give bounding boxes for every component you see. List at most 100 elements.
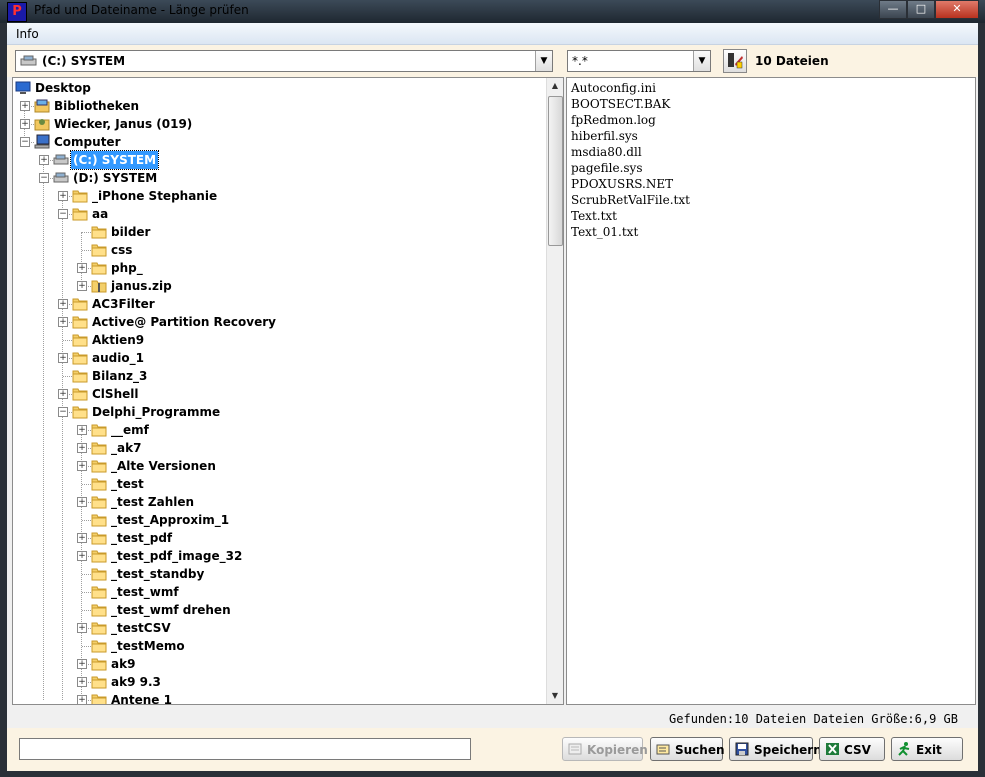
tree-item[interactable]: + (C:) SYSTEM xyxy=(13,150,543,170)
tree-item[interactable]: + Active@ Partition Recovery xyxy=(13,313,543,331)
tree-item[interactable]: + __emf xyxy=(13,421,543,439)
maximize-button[interactable]: □ xyxy=(907,0,935,19)
expand-icon[interactable]: + xyxy=(77,443,87,453)
collapse-icon[interactable]: − xyxy=(58,407,68,417)
tree-item[interactable]: + _test_pdf xyxy=(13,529,543,547)
copy-button[interactable]: Kopieren xyxy=(562,737,648,761)
file-list-item[interactable]: PDOXUSRS.NET xyxy=(571,177,673,191)
tree-item[interactable]: + _Alte Versionen xyxy=(13,457,543,475)
expand-icon[interactable]: + xyxy=(77,695,87,704)
tree-item[interactable]: − (D:) SYSTEM xyxy=(13,169,543,187)
tree-item[interactable]: _testMemo xyxy=(13,637,543,655)
tree-item[interactable]: _test xyxy=(13,475,543,493)
search-button-label: Suchen xyxy=(675,743,725,757)
tree-item[interactable]: + janus.zip xyxy=(13,277,543,295)
collapse-icon[interactable]: − xyxy=(39,173,49,183)
tree-item[interactable]: + _ak7 xyxy=(13,439,543,457)
tree-item[interactable]: + AC3Filter xyxy=(13,295,543,313)
expand-icon[interactable]: + xyxy=(58,317,68,327)
expand-icon[interactable]: + xyxy=(77,425,87,435)
expand-icon[interactable]: + xyxy=(58,299,68,309)
app-icon[interactable]: P xyxy=(7,2,27,22)
file-list-item[interactable]: Text_01.txt xyxy=(571,225,638,239)
drive-select-value: (C:) SYSTEM xyxy=(42,54,126,68)
save-button[interactable]: Speichern xyxy=(729,737,822,761)
tree-item[interactable]: Desktop xyxy=(13,79,543,97)
expand-icon[interactable]: + xyxy=(58,389,68,399)
expand-icon[interactable]: + xyxy=(39,155,49,165)
file-list-item[interactable]: BOOTSECT.BAK xyxy=(571,97,670,111)
tree-item[interactable]: + Antene 1 xyxy=(13,691,543,704)
tree-item[interactable]: Bilanz_3 xyxy=(13,367,543,385)
scroll-down-icon[interactable]: ▼ xyxy=(547,688,563,704)
exit-button[interactable]: Exit xyxy=(891,737,963,761)
tree-item[interactable]: + _test_pdf_image_32 xyxy=(13,547,543,565)
csv-button[interactable]: CSV xyxy=(819,737,885,761)
tree-item[interactable]: + _iPhone Stephanie xyxy=(13,187,543,205)
path-input[interactable] xyxy=(19,738,471,760)
tree-item[interactable]: + Wiecker, Janus (019) xyxy=(13,115,543,133)
file-list-item[interactable]: hiberfil.sys xyxy=(571,129,638,143)
expand-icon[interactable]: + xyxy=(77,497,87,507)
tree-item[interactable]: + Bibliotheken xyxy=(13,97,543,115)
file-list-item[interactable]: msdia80.dll xyxy=(571,145,642,159)
expand-icon[interactable]: + xyxy=(58,353,68,363)
expand-icon[interactable]: + xyxy=(77,533,87,543)
tree-item-label: Active@ Partition Recovery xyxy=(92,315,276,329)
expand-icon[interactable]: + xyxy=(77,461,87,471)
tree-item[interactable]: _test_Approxim_1 xyxy=(13,511,543,529)
tree-item[interactable]: + php_ xyxy=(13,259,543,277)
expand-icon[interactable]: + xyxy=(20,101,30,111)
toolbar: (C:) SYSTEM ▼ *.* ▼ 10 Dateien xyxy=(7,45,978,77)
tree-item[interactable]: + ak9 9.3 xyxy=(13,673,543,691)
expand-icon[interactable]: + xyxy=(58,191,68,201)
expand-icon[interactable]: + xyxy=(77,659,87,669)
file-list-item[interactable]: fpRedmon.log xyxy=(571,113,656,127)
tree-item[interactable]: _test_standby xyxy=(13,565,543,583)
chevron-down-icon[interactable]: ▼ xyxy=(535,51,552,71)
tree-item[interactable]: − Computer xyxy=(13,133,543,151)
tree-scrollbar[interactable]: ▲ ▼ xyxy=(546,78,563,704)
expand-icon[interactable]: + xyxy=(20,119,30,129)
collapse-icon[interactable]: − xyxy=(58,209,68,219)
folder-icon xyxy=(72,386,88,401)
close-button[interactable]: ✕ xyxy=(935,0,979,19)
folder-icon xyxy=(91,224,107,239)
tree-connector xyxy=(82,574,91,575)
tree-item[interactable]: + audio_1 xyxy=(13,349,543,367)
tree-item[interactable]: + ClShell xyxy=(13,385,543,403)
scroll-up-icon[interactable]: ▲ xyxy=(547,78,563,94)
collapse-icon[interactable]: − xyxy=(20,137,30,147)
folder-tree[interactable]: ▲ ▼ Desktop + Bibliotheken + Wiecker, Janus … xyxy=(12,77,564,705)
tree-item[interactable]: − aa xyxy=(13,205,543,223)
tree-item[interactable]: _test_wmf xyxy=(13,583,543,601)
tree-item[interactable]: + ak9 xyxy=(13,655,543,673)
file-list-item[interactable]: pagefile.sys xyxy=(571,161,642,175)
expand-icon[interactable]: + xyxy=(77,281,87,291)
tree-item[interactable]: − Delphi_Programme xyxy=(13,403,543,421)
tree-item[interactable]: + _test Zahlen xyxy=(13,493,543,511)
file-list-item[interactable]: Autoconfig.ini xyxy=(571,81,656,95)
file-list-item[interactable]: Text.txt xyxy=(571,209,617,223)
search-button[interactable]: Suchen xyxy=(650,737,725,761)
file-list-item[interactable]: ScrubRetValFile.txt xyxy=(571,193,690,207)
tree-item[interactable]: _test_wmf drehen xyxy=(13,601,543,619)
expand-icon[interactable]: + xyxy=(77,551,87,561)
expand-icon[interactable]: + xyxy=(77,263,87,273)
tree-item[interactable]: css xyxy=(13,241,543,259)
file-list[interactable]: Autoconfig.ini BOOTSECT.BAK fpRedmon.log hi… xyxy=(566,77,976,705)
folder-icon xyxy=(72,404,88,419)
tools-button[interactable] xyxy=(723,49,747,73)
chevron-down-icon[interactable]: ▼ xyxy=(693,51,710,71)
tree-item[interactable]: bilder xyxy=(13,223,543,241)
folder-icon xyxy=(91,584,107,599)
minimize-button[interactable]: — xyxy=(879,0,907,19)
scrollbar-thumb[interactable] xyxy=(548,96,563,246)
expand-icon[interactable]: + xyxy=(77,623,87,633)
tree-item[interactable]: Aktien9 xyxy=(13,331,543,349)
drive-select[interactable]: (C:) SYSTEM ▼ xyxy=(15,50,553,72)
expand-icon[interactable]: + xyxy=(77,677,87,687)
tree-item[interactable]: + _testCSV xyxy=(13,619,543,637)
menu-info[interactable]: Info xyxy=(16,27,39,41)
filter-select[interactable]: *.* ▼ xyxy=(567,50,711,72)
